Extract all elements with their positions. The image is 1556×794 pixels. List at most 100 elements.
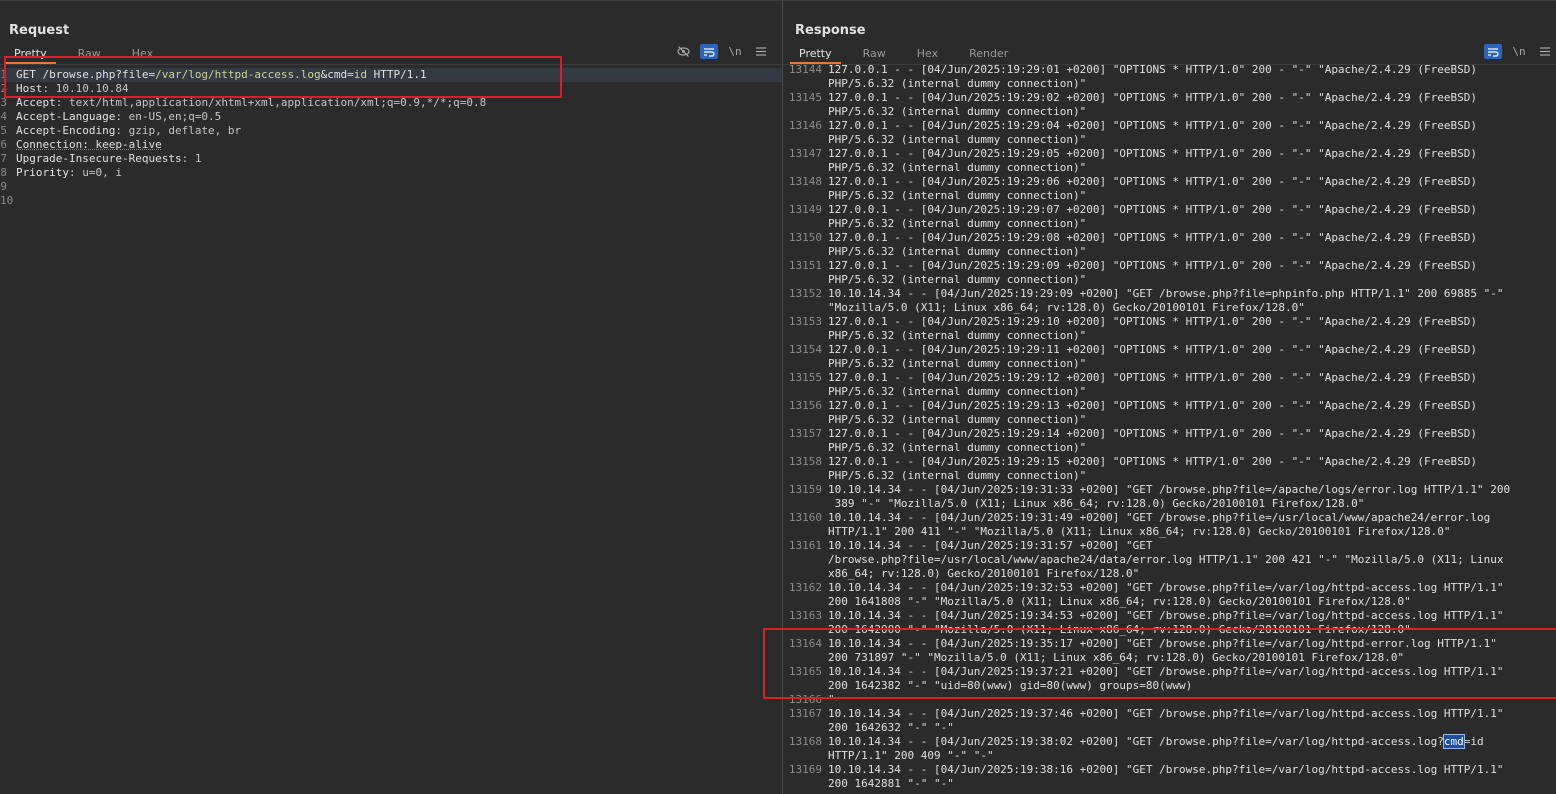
response-line[interactable]: 13154 127.0.0.1 - - [04/Jun/2025:19:29:11… xyxy=(783,343,1556,371)
line-number: 13169 xyxy=(788,763,822,776)
line-text: Upgrade-Insecure-Requests: 1 xyxy=(16,152,202,165)
line-number: 4 xyxy=(0,110,7,123)
wrap-icon[interactable] xyxy=(1484,44,1502,59)
request-toolbar: \n xyxy=(666,44,770,59)
request-line[interactable]: 3 Accept: text/html,application/xhtml+xml… xyxy=(0,96,782,110)
line-number: 13146 xyxy=(788,119,822,132)
wrap-icon[interactable] xyxy=(700,44,718,59)
eye-off-icon[interactable] xyxy=(674,44,692,59)
line-number: 13157 xyxy=(788,427,822,440)
response-line[interactable]: 13144 127.0.0.1 - - [04/Jun/2025:19:29:01… xyxy=(783,63,1556,91)
line-text: 10.10.14.34 - - [04/Jun/2025:19:29:09 +0… xyxy=(828,287,1504,314)
response-line[interactable]: 13168 10.10.14.34 - - [04/Jun/2025:19:38:… xyxy=(783,734,1556,763)
response-line[interactable]: 13159 10.10.14.34 - - [04/Jun/2025:19:31:… xyxy=(783,483,1556,511)
line-text: 127.0.0.1 - - [04/Jun/2025:19:29:01 +020… xyxy=(828,63,1478,90)
line-number: 13162 xyxy=(788,581,822,594)
line-text: 127.0.0.1 - - [04/Jun/2025:19:29:02 +020… xyxy=(828,91,1478,118)
response-line[interactable]: 13147 127.0.0.1 - - [04/Jun/2025:19:29:05… xyxy=(783,147,1556,175)
response-line[interactable]: 13153 127.0.0.1 - - [04/Jun/2025:19:29:10… xyxy=(783,315,1556,343)
response-line[interactable]: 13152 10.10.14.34 - - [04/Jun/2025:19:29:… xyxy=(783,287,1556,315)
request-tab-pretty[interactable]: Pretty xyxy=(5,46,56,64)
line-text: 10.10.14.34 - - [04/Jun/2025:19:31:57 +0… xyxy=(828,539,1504,580)
response-line[interactable]: 13145 127.0.0.1 - - [04/Jun/2025:19:29:02… xyxy=(783,91,1556,119)
menu-icon[interactable] xyxy=(752,44,770,59)
response-title: Response xyxy=(795,23,866,38)
line-number: 13166 xyxy=(788,693,822,706)
request-editor[interactable]: 1 GET /browse.php?file=/var/log/httpd-acc… xyxy=(0,68,782,208)
line-number: 13149 xyxy=(788,203,822,216)
response-line[interactable]: 13169 10.10.14.34 - - [04/Jun/2025:19:38:… xyxy=(783,763,1556,791)
response-line[interactable]: 13164 10.10.14.34 - - [04/Jun/2025:19:35:… xyxy=(783,637,1556,665)
line-text: 10.10.14.34 - - [04/Jun/2025:19:31:33 +0… xyxy=(828,483,1511,510)
line-number: 13152 xyxy=(788,287,822,300)
response-tab-pretty[interactable]: Pretty xyxy=(790,46,841,64)
response-line[interactable]: 13163 10.10.14.34 - - [04/Jun/2025:19:34:… xyxy=(783,609,1556,637)
response-line[interactable]: 13161 10.10.14.34 - - [04/Jun/2025:19:31:… xyxy=(783,539,1556,581)
line-text: 127.0.0.1 - - [04/Jun/2025:19:29:15 +020… xyxy=(828,455,1478,482)
response-tab-raw[interactable]: Raw xyxy=(854,46,895,64)
newline-icon[interactable]: \n xyxy=(1510,44,1528,59)
line-number: 5 xyxy=(0,124,7,137)
request-line[interactable]: 4 Accept-Language: en-US,en;q=0.5 xyxy=(0,110,782,124)
response-line[interactable]: 13162 10.10.14.34 - - [04/Jun/2025:19:32:… xyxy=(783,581,1556,609)
response-line[interactable]: 13156 127.0.0.1 - - [04/Jun/2025:19:29:13… xyxy=(783,399,1556,427)
response-line[interactable]: 13167 10.10.14.34 - - [04/Jun/2025:19:37:… xyxy=(783,707,1556,735)
response-editor[interactable]: 13144 127.0.0.1 - - [04/Jun/2025:19:29:01… xyxy=(783,63,1556,791)
response-line[interactable]: 13166 " xyxy=(783,693,1556,707)
line-text: 127.0.0.1 - - [04/Jun/2025:19:29:12 +020… xyxy=(828,371,1478,398)
response-tab-render[interactable]: Render xyxy=(960,46,1017,64)
response-line[interactable]: 13148 127.0.0.1 - - [04/Jun/2025:19:29:06… xyxy=(783,175,1556,203)
response-line[interactable]: 13165 10.10.14.34 - - [04/Jun/2025:19:37:… xyxy=(783,665,1556,693)
request-line[interactable]: 6 Connection: keep-alive xyxy=(0,138,782,152)
response-tab-hex[interactable]: Hex xyxy=(908,46,947,64)
line-number: 13150 xyxy=(788,231,822,244)
request-line[interactable]: 1 GET /browse.php?file=/var/log/httpd-acc… xyxy=(0,68,782,82)
request-line[interactable]: 8 Priority: u=0, i xyxy=(0,166,782,180)
line-number: 13167 xyxy=(788,707,822,720)
line-number: 13147 xyxy=(788,147,822,160)
line-number: 13145 xyxy=(788,91,822,104)
line-text: 127.0.0.1 - - [04/Jun/2025:19:29:05 +020… xyxy=(828,147,1478,174)
response-line[interactable]: 13158 127.0.0.1 - - [04/Jun/2025:19:29:15… xyxy=(783,455,1556,483)
request-line[interactable]: 9 xyxy=(0,180,782,194)
response-toolbar: \n xyxy=(1476,44,1554,59)
request-tab-hex[interactable]: Hex xyxy=(123,46,162,64)
request-line[interactable]: 10 xyxy=(0,194,782,208)
line-number: 13165 xyxy=(788,665,822,678)
response-line[interactable]: 13157 127.0.0.1 - - [04/Jun/2025:19:29:14… xyxy=(783,427,1556,455)
line-text: 127.0.0.1 - - [04/Jun/2025:19:29:06 +020… xyxy=(828,175,1478,202)
response-line[interactable]: 13151 127.0.0.1 - - [04/Jun/2025:19:29:09… xyxy=(783,259,1556,287)
request-title: Request xyxy=(9,23,70,38)
request-line[interactable]: 7 Upgrade-Insecure-Requests: 1 xyxy=(0,152,782,166)
line-number: 7 xyxy=(0,152,7,165)
request-tabs: Pretty Raw Hex xyxy=(5,46,175,64)
line-text: 10.10.14.34 - - [04/Jun/2025:19:38:02 +0… xyxy=(828,734,1484,762)
line-number: 3 xyxy=(0,96,7,109)
menu-icon[interactable] xyxy=(1536,44,1554,59)
response-pane: Response Pretty Raw Hex Render \n 13144 1… xyxy=(783,0,1556,794)
line-number: 13164 xyxy=(788,637,822,650)
line-text: 10.10.14.34 - - [04/Jun/2025:19:31:49 +0… xyxy=(828,511,1491,538)
line-number: 13168 xyxy=(788,735,822,748)
line-text: 127.0.0.1 - - [04/Jun/2025:19:29:10 +020… xyxy=(828,315,1478,342)
line-text: Accept: text/html,application/xhtml+xml,… xyxy=(16,96,487,109)
request-tab-raw[interactable]: Raw xyxy=(69,46,110,64)
response-line[interactable]: 13149 127.0.0.1 - - [04/Jun/2025:19:29:07… xyxy=(783,203,1556,231)
response-line[interactable]: 13155 127.0.0.1 - - [04/Jun/2025:19:29:12… xyxy=(783,371,1556,399)
response-line[interactable]: 13160 10.10.14.34 - - [04/Jun/2025:19:31:… xyxy=(783,511,1556,539)
line-number: 13155 xyxy=(788,371,822,384)
line-text: Accept-Encoding: gzip, deflate, br xyxy=(16,124,242,137)
response-line[interactable]: 13146 127.0.0.1 - - [04/Jun/2025:19:29:04… xyxy=(783,119,1556,147)
line-number: 13144 xyxy=(788,63,822,76)
line-text: 127.0.0.1 - - [04/Jun/2025:19:29:14 +020… xyxy=(828,427,1478,454)
line-number: 13151 xyxy=(788,259,822,272)
line-text: 127.0.0.1 - - [04/Jun/2025:19:29:07 +020… xyxy=(828,203,1478,230)
line-text: Host: 10.10.10.84 xyxy=(16,82,129,95)
line-number: 13160 xyxy=(788,511,822,524)
request-line[interactable]: 2 Host: 10.10.10.84 xyxy=(0,82,782,96)
request-line[interactable]: 5 Accept-Encoding: gzip, deflate, br xyxy=(0,124,782,138)
response-line[interactable]: 13150 127.0.0.1 - - [04/Jun/2025:19:29:08… xyxy=(783,231,1556,259)
line-text: 127.0.0.1 - - [04/Jun/2025:19:29:08 +020… xyxy=(828,231,1478,258)
line-number: 13153 xyxy=(788,315,822,328)
newline-icon[interactable]: \n xyxy=(726,44,744,59)
